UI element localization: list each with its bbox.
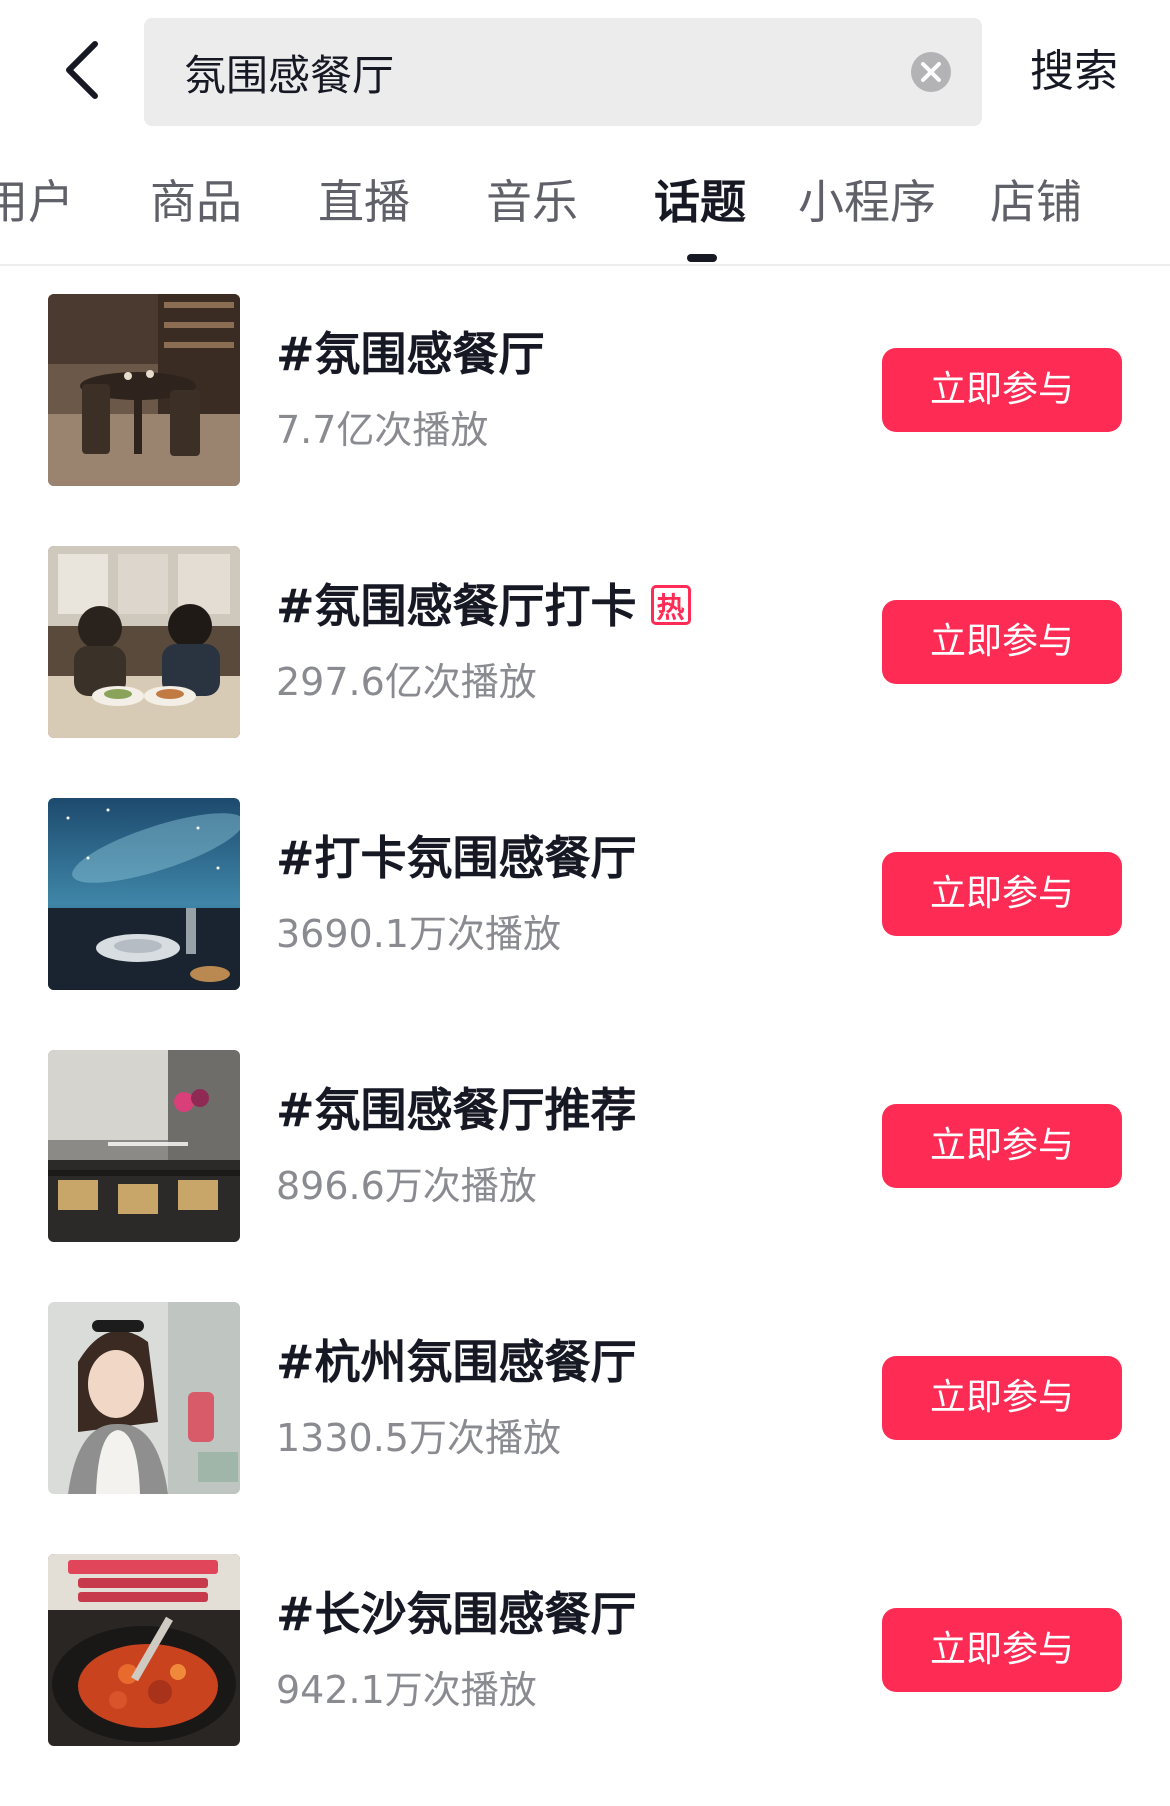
topic-title: #氛围感餐厅打卡热 xyxy=(276,576,691,636)
topic-play-count: 896.6万次播放 xyxy=(276,1164,537,1208)
join-topic-button[interactable]: 立即参与 xyxy=(882,348,1122,432)
topic-play-count: 3690.1万次播放 xyxy=(276,912,561,956)
chevron-left-icon xyxy=(66,41,98,99)
topic-thumbnail xyxy=(48,1302,240,1494)
topic-thumbnail xyxy=(48,1050,240,1242)
topic-thumbnail xyxy=(48,1554,240,1746)
tab-live[interactable]: 直播 xyxy=(318,170,410,234)
topic-row[interactable]: #长沙氛围感餐厅 942.1万次播放 立即参与 xyxy=(0,1554,1170,1806)
topic-play-count: 942.1万次播放 xyxy=(276,1668,537,1712)
topic-row[interactable]: #氛围感餐厅打卡热 297.6亿次播放 立即参与 xyxy=(0,546,1170,798)
result-tabs: 用户 商品 直播 音乐 话题 小程序 店铺 xyxy=(0,148,1170,266)
topic-play-count: 1330.5万次播放 xyxy=(276,1416,561,1460)
join-topic-button[interactable]: 立即参与 xyxy=(882,852,1122,936)
tab-shops[interactable]: 店铺 xyxy=(990,170,1082,234)
topic-title-text: #氛围感餐厅打卡 xyxy=(276,579,637,633)
search-input[interactable] xyxy=(184,18,864,126)
topic-title: #长沙氛围感餐厅 xyxy=(276,1587,637,1641)
topic-thumbnail xyxy=(48,798,240,990)
search-button[interactable]: 搜索 xyxy=(1030,40,1118,104)
topic-thumbnail xyxy=(48,294,240,486)
topic-title: #氛围感餐厅 xyxy=(276,327,545,381)
tab-music[interactable]: 音乐 xyxy=(486,170,578,234)
topic-row[interactable]: #氛围感餐厅 7.7亿次播放 立即参与 xyxy=(0,294,1170,546)
topic-play-count: 7.7亿次播放 xyxy=(276,408,489,452)
join-topic-button[interactable]: 立即参与 xyxy=(882,1104,1122,1188)
join-topic-button[interactable]: 立即参与 xyxy=(882,1608,1122,1692)
topic-row[interactable]: #打卡氛围感餐厅 3690.1万次播放 立即参与 xyxy=(0,798,1170,1050)
search-box[interactable] xyxy=(144,18,982,126)
tab-topics[interactable]: 话题 xyxy=(654,170,746,234)
tab-users[interactable]: 用户 xyxy=(0,170,74,234)
clear-circle-icon[interactable] xyxy=(910,51,952,93)
topic-play-count: 297.6亿次播放 xyxy=(276,660,537,704)
back-button[interactable] xyxy=(48,30,118,110)
topic-row[interactable]: #杭州氛围感餐厅 1330.5万次播放 立即参与 xyxy=(0,1302,1170,1554)
topic-row[interactable]: #氛围感餐厅推荐 896.6万次播放 立即参与 xyxy=(0,1050,1170,1302)
active-tab-indicator xyxy=(687,254,717,262)
tab-products[interactable]: 商品 xyxy=(150,170,242,234)
join-topic-button[interactable]: 立即参与 xyxy=(882,1356,1122,1440)
topic-title: #杭州氛围感餐厅 xyxy=(276,1335,637,1389)
join-topic-button[interactable]: 立即参与 xyxy=(882,600,1122,684)
topic-thumbnail xyxy=(48,546,240,738)
search-header: 搜索 xyxy=(0,0,1170,140)
tab-mini-programs[interactable]: 小程序 xyxy=(798,170,936,234)
hot-badge: 热 xyxy=(650,584,691,625)
topic-title: #氛围感餐厅推荐 xyxy=(276,1083,637,1137)
topic-title: #打卡氛围感餐厅 xyxy=(276,831,637,885)
